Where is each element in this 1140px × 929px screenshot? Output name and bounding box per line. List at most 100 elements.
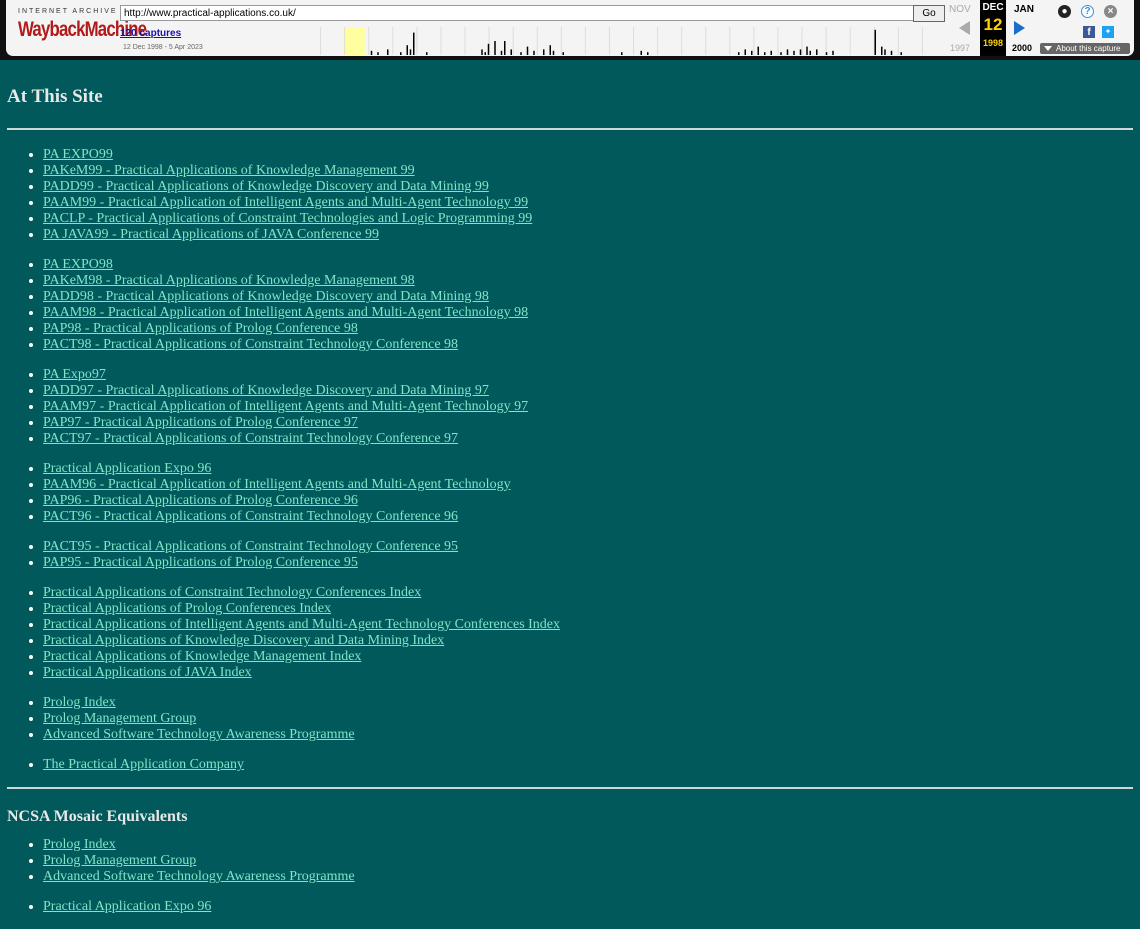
capture-bar[interactable] (890, 50, 893, 55)
capture-bar[interactable] (744, 49, 747, 55)
capture-bar[interactable] (533, 50, 535, 55)
list-item: PA EXPO99 (43, 147, 1133, 163)
site-link[interactable]: PAP98 - Practical Applications of Prolog… (43, 321, 358, 336)
prev-capture-arrow-icon[interactable] (959, 21, 970, 35)
twitter-icon[interactable]: ✦ (1102, 26, 1114, 38)
site-link[interactable]: PAAM98 - Practical Application of Intell… (43, 305, 528, 320)
site-link[interactable]: PACLP - Practical Applications of Constr… (43, 211, 532, 226)
site-link[interactable]: PA JAVA99 - Practical Applications of JA… (43, 227, 379, 242)
site-link[interactable]: PAP97 - Practical Applications of Prolog… (43, 415, 358, 430)
capture-bar[interactable] (751, 50, 753, 55)
capture-bar[interactable] (400, 52, 402, 55)
prev-month-label[interactable]: NOV (949, 4, 971, 15)
site-link[interactable]: PAAM97 - Practical Application of Intell… (43, 399, 528, 414)
site-link[interactable]: Prolog Management Group (43, 711, 196, 726)
capture-bar[interactable] (647, 52, 649, 55)
capture-bar[interactable] (621, 52, 623, 55)
site-link[interactable]: PAP96 - Practical Applications of Prolog… (43, 493, 358, 508)
capture-bar[interactable] (426, 52, 428, 55)
about-capture-button[interactable]: About this capture (1040, 43, 1130, 54)
go-button[interactable]: Go (913, 5, 945, 22)
captures-link[interactable]: 120 captures (120, 28, 181, 39)
site-link[interactable]: PAP95 - Practical Applications of Prolog… (43, 555, 358, 570)
capture-bar[interactable] (793, 50, 795, 55)
site-link[interactable]: PAKeM98 - Practical Applications of Know… (43, 273, 415, 288)
site-link[interactable]: Practical Applications of JAVA Index (43, 665, 252, 680)
capture-bar[interactable] (526, 46, 529, 55)
capture-bar[interactable] (562, 52, 565, 55)
capture-bar[interactable] (786, 49, 789, 55)
site-link[interactable]: The Practical Application Company (43, 757, 244, 772)
site-link[interactable]: Practical Applications of Knowledge Disc… (43, 633, 444, 648)
capture-bar[interactable] (816, 49, 818, 55)
capture-bar[interactable] (520, 52, 522, 55)
capture-bar[interactable] (770, 50, 773, 55)
capture-bar[interactable] (481, 49, 483, 55)
capture-bar[interactable] (487, 43, 490, 55)
capture-bar[interactable] (504, 41, 506, 55)
capture-bar[interactable] (764, 52, 766, 55)
site-link[interactable]: Prolog Index (43, 695, 116, 710)
at_this_site-group: PACT95 - Practical Applications of Const… (7, 539, 1133, 571)
site-link[interactable]: Practical Applications of Knowledge Mana… (43, 649, 361, 664)
site-link[interactable]: PACT95 - Practical Applications of Const… (43, 539, 458, 554)
capture-bar[interactable] (832, 50, 834, 55)
capture-bar[interactable] (780, 52, 782, 55)
site-link[interactable]: PADD97 - Practical Applications of Knowl… (43, 383, 489, 398)
next-month-label[interactable]: JAN (1014, 4, 1034, 15)
capture-bar[interactable] (409, 49, 412, 55)
capture-bar[interactable] (809, 50, 812, 55)
list-item: Practical Application Expo 96 (43, 899, 1133, 915)
site-link[interactable]: PA Expo97 (43, 367, 106, 382)
site-link[interactable]: PA EXPO99 (43, 147, 113, 162)
capture-bar[interactable] (500, 50, 503, 55)
next-capture-arrow-icon[interactable] (1014, 21, 1025, 35)
site-link[interactable]: Practical Applications of Intelligent Ag… (43, 617, 560, 632)
site-link[interactable]: PAAM99 - Practical Application of Intell… (43, 195, 528, 210)
capture-bar[interactable] (413, 32, 415, 55)
capture-bar[interactable] (884, 49, 886, 55)
capture-bar[interactable] (549, 45, 552, 55)
site-link[interactable]: PACT98 - Practical Applications of Const… (43, 337, 458, 352)
capture-bar[interactable] (387, 49, 389, 55)
capture-bar[interactable] (484, 52, 487, 55)
site-link[interactable]: PADD98 - Practical Applications of Knowl… (43, 289, 489, 304)
site-link[interactable]: Practical Applications of Constraint Tec… (43, 585, 421, 600)
capture-bar[interactable] (406, 45, 409, 55)
site-link[interactable]: Practical Application Expo 96 (43, 461, 211, 476)
site-link[interactable]: PACT97 - Practical Applications of Const… (43, 431, 458, 446)
capture-bar[interactable] (370, 50, 373, 55)
site-link[interactable]: Advanced Software Technology Awareness P… (43, 727, 355, 742)
site-link[interactable]: PA EXPO98 (43, 257, 113, 272)
capture-bar[interactable] (738, 52, 740, 55)
capture-bar[interactable] (494, 41, 496, 55)
capture-bar[interactable] (825, 52, 828, 55)
close-icon[interactable]: × (1104, 5, 1117, 18)
capture-bar[interactable] (757, 46, 760, 55)
prev-year-label[interactable]: 1997 (950, 43, 970, 53)
site-link[interactable]: Prolog Management Group (43, 853, 196, 868)
site-link[interactable]: PADD99 - Practical Applications of Knowl… (43, 179, 489, 194)
capture-bar[interactable] (640, 50, 643, 55)
capture-bar[interactable] (900, 52, 903, 55)
capture-bar[interactable] (552, 50, 555, 55)
capture-bar[interactable] (881, 46, 883, 55)
capture-bar[interactable] (874, 29, 877, 55)
capture-bar[interactable] (799, 49, 802, 55)
capture-bar[interactable] (377, 52, 379, 55)
next-year-label[interactable]: 2000 (1012, 43, 1032, 53)
site-link[interactable]: PAKeM99 - Practical Applications of Know… (43, 163, 415, 178)
url-input[interactable] (120, 5, 916, 21)
help-icon[interactable]: ? (1081, 5, 1094, 18)
site-link[interactable]: Prolog Index (43, 837, 116, 852)
site-link[interactable]: PAAM96 - Practical Application of Intell… (43, 477, 511, 492)
user-icon[interactable]: ● (1058, 5, 1071, 18)
capture-bar[interactable] (806, 46, 808, 55)
capture-bar[interactable] (510, 49, 513, 55)
site-link[interactable]: Practical Applications of Prolog Confere… (43, 601, 331, 616)
site-link[interactable]: Advanced Software Technology Awareness P… (43, 869, 355, 884)
capture-bar[interactable] (543, 49, 545, 55)
capture-sparkline[interactable] (296, 27, 946, 55)
facebook-icon[interactable]: f (1083, 26, 1095, 38)
site-link[interactable]: PACT96 - Practical Applications of Const… (43, 509, 458, 524)
